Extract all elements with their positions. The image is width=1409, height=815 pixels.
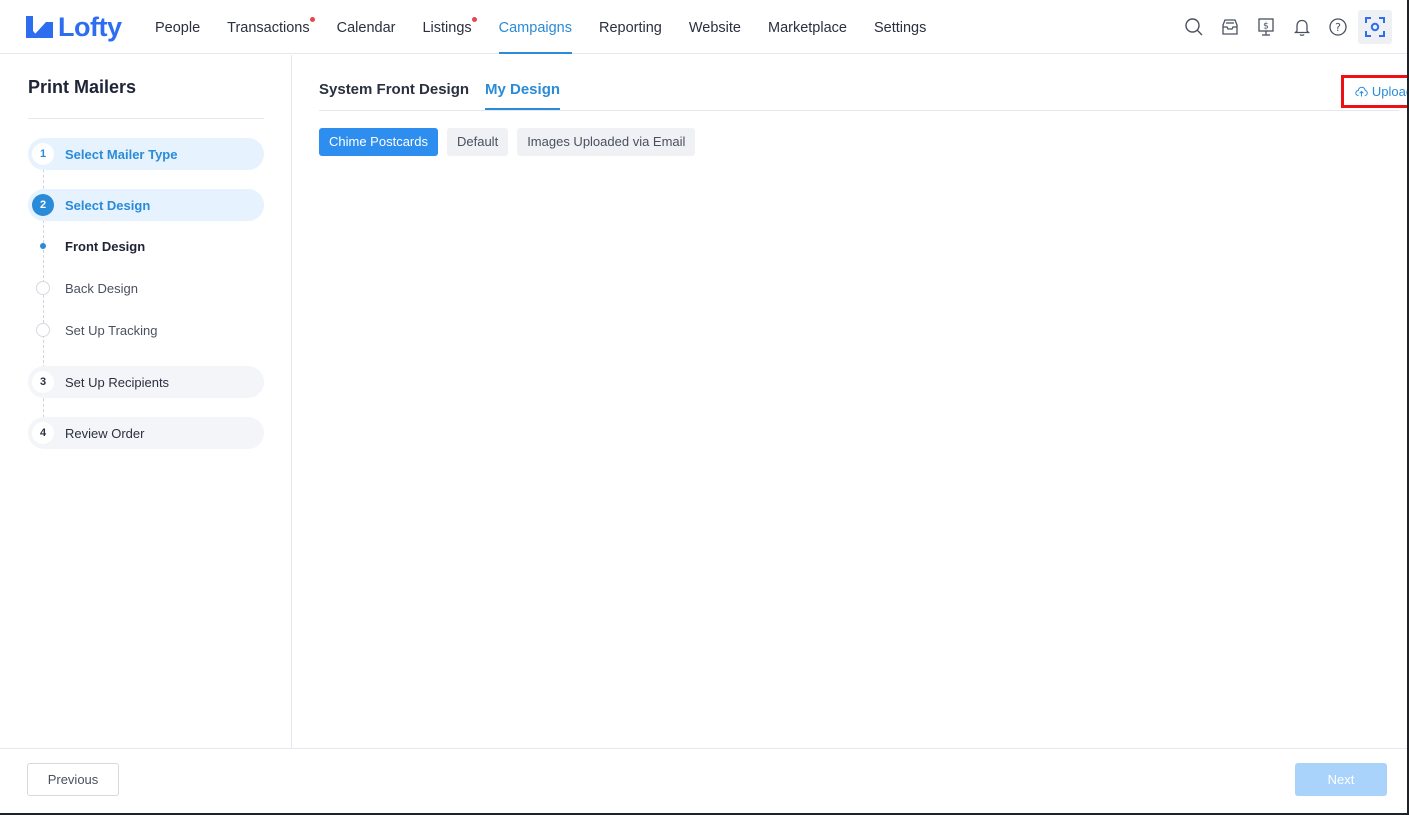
- nav-marketplace[interactable]: Marketplace: [768, 0, 847, 54]
- pending-circle-icon: [36, 281, 50, 295]
- footer-bar: Previous Next: [0, 748, 1407, 808]
- chip-chime-postcards[interactable]: Chime Postcards: [319, 128, 438, 156]
- sidebar: Print Mailers 1 Select Mailer Type 2 Sel…: [0, 55, 292, 748]
- main-content: System Front Design My Design Upload Chi…: [292, 55, 1407, 748]
- design-tabs: System Front Design My Design Upload: [319, 55, 1407, 111]
- notification-dot: [309, 17, 315, 22]
- logo-text: Lofty: [58, 12, 122, 42]
- sidebar-title: Print Mailers: [28, 77, 137, 97]
- nav-listings[interactable]: Listings: [422, 0, 477, 54]
- svg-text:$: $: [1263, 22, 1269, 32]
- upload-label: Upload: [1371, 84, 1409, 99]
- logo[interactable]: Lofty: [24, 11, 122, 43]
- step-label: Select Mailer Type: [65, 146, 178, 162]
- tab-my-design[interactable]: My Design: [485, 81, 561, 110]
- substep-label: Front Design: [65, 238, 146, 254]
- substep-set-up-tracking[interactable]: Set Up Tracking: [36, 320, 158, 340]
- search-icon[interactable]: [1176, 10, 1212, 44]
- step-label: Review Order: [65, 425, 145, 441]
- app-window: Lofty People Transactions Calendar Listi…: [0, 0, 1409, 815]
- step-select-mailer-type[interactable]: 1 Select Mailer Type: [28, 138, 264, 170]
- step-number: 1: [32, 143, 54, 165]
- lofty-logo-icon: [26, 16, 53, 38]
- step-number: 2: [32, 194, 54, 216]
- nav-calendar-label: Calendar: [336, 20, 396, 36]
- cloud-upload-icon: [1355, 86, 1368, 97]
- substep-label: Set Up Tracking: [65, 322, 158, 338]
- tab-system-front-design[interactable]: System Front Design: [319, 81, 469, 110]
- chip-images-uploaded-via-email[interactable]: Images Uploaded via Email: [517, 128, 696, 156]
- main-nav: People Transactions Calendar Listings Ca…: [155, 0, 953, 54]
- previous-button[interactable]: Previous: [27, 763, 119, 796]
- step-set-up-recipients[interactable]: 3 Set Up Recipients: [28, 366, 264, 398]
- bell-icon[interactable]: [1284, 10, 1320, 44]
- step-select-design[interactable]: 2 Select Design: [28, 189, 264, 221]
- nav-people[interactable]: People: [155, 0, 200, 54]
- divider: [28, 118, 264, 119]
- nav-calendar[interactable]: Calendar: [337, 0, 396, 54]
- nav-transactions[interactable]: Transactions: [227, 0, 315, 54]
- step-number: 4: [32, 422, 54, 444]
- nav-transactions-label: Transactions: [227, 20, 310, 36]
- step-review-order[interactable]: 4 Review Order: [28, 417, 264, 449]
- active-dot-icon: [36, 239, 50, 253]
- step-label: Select Design: [65, 197, 151, 213]
- step-number: 3: [32, 371, 54, 393]
- nav-icon-group: $ ?: [1176, 10, 1392, 44]
- billing-icon[interactable]: $: [1248, 10, 1284, 44]
- substep-front-design[interactable]: Front Design: [36, 236, 145, 256]
- chip-default[interactable]: Default: [446, 128, 509, 156]
- nav-campaigns-label: Campaigns: [498, 20, 572, 36]
- pending-circle-icon: [36, 323, 50, 337]
- svg-text:?: ?: [1335, 21, 1341, 34]
- nav-website[interactable]: Website: [689, 0, 741, 54]
- step-label: Set Up Recipients: [65, 374, 170, 390]
- nav-reporting[interactable]: Reporting: [599, 0, 662, 54]
- substep-label: Back Design: [65, 280, 138, 296]
- nav-people-label: People: [155, 20, 201, 36]
- nav-website-label: Website: [688, 20, 741, 36]
- notification-dot: [471, 17, 477, 22]
- top-navigation-bar: Lofty People Transactions Calendar Listi…: [0, 0, 1407, 54]
- substep-back-design[interactable]: Back Design: [36, 278, 138, 298]
- screenshot-focus-icon[interactable]: [1358, 10, 1392, 44]
- nav-campaigns[interactable]: Campaigns: [498, 0, 573, 54]
- upload-button[interactable]: Upload: [1341, 75, 1409, 108]
- nav-listings-label: Listings: [422, 20, 472, 36]
- help-icon[interactable]: ?: [1320, 10, 1356, 44]
- nav-settings-label: Settings: [873, 20, 927, 36]
- nav-reporting-label: Reporting: [598, 20, 662, 36]
- nav-marketplace-label: Marketplace: [767, 20, 847, 36]
- design-filter-chips: Chime Postcards Default Images Uploaded …: [319, 128, 704, 156]
- inbox-icon[interactable]: [1212, 10, 1248, 44]
- next-button[interactable]: Next: [1295, 763, 1387, 796]
- nav-settings[interactable]: Settings: [874, 0, 926, 54]
